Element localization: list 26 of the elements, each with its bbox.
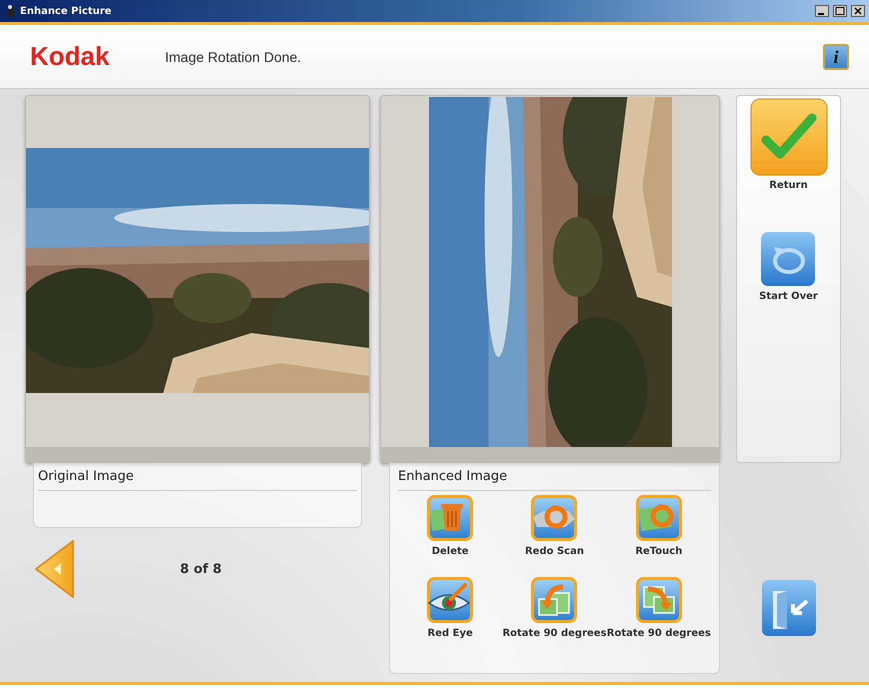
close-icon[interactable] xyxy=(851,5,865,17)
minimize-icon[interactable] xyxy=(815,5,829,17)
start-over-button[interactable]: Start Over xyxy=(759,231,818,312)
info-button[interactable]: i xyxy=(823,44,849,70)
tool-button[interactable]: Rotate 90 degrees xyxy=(502,577,607,639)
panel-label: Enhanced Image xyxy=(398,463,711,491)
checkmark-icon xyxy=(750,98,828,176)
maximize-icon[interactable] xyxy=(833,5,847,17)
tool-button[interactable]: Rotate 90 degrees xyxy=(606,577,711,639)
logo: Kodak xyxy=(30,41,110,72)
window-title: Enhance Picture xyxy=(20,6,112,16)
status-message: Image Rotation Done. xyxy=(165,48,302,64)
exit-button[interactable] xyxy=(760,579,816,637)
panel-label: Original Image xyxy=(38,463,357,491)
image-counter: 8 of 8 xyxy=(180,562,222,576)
tool-button[interactable]: ReTouch xyxy=(635,495,682,557)
rotate-right-icon xyxy=(636,577,682,623)
tool-button[interactable]: Redo Scan xyxy=(524,495,584,557)
app-icon xyxy=(4,4,16,18)
rotate-left-icon xyxy=(531,577,578,623)
scanner-icon xyxy=(531,495,578,541)
trash-icon xyxy=(427,495,474,541)
eye-icon xyxy=(427,577,474,623)
tool-button[interactable]: Delete xyxy=(427,495,474,557)
return-button[interactable]: Return xyxy=(750,98,828,201)
tool-button[interactable]: Red Eye xyxy=(427,577,474,639)
